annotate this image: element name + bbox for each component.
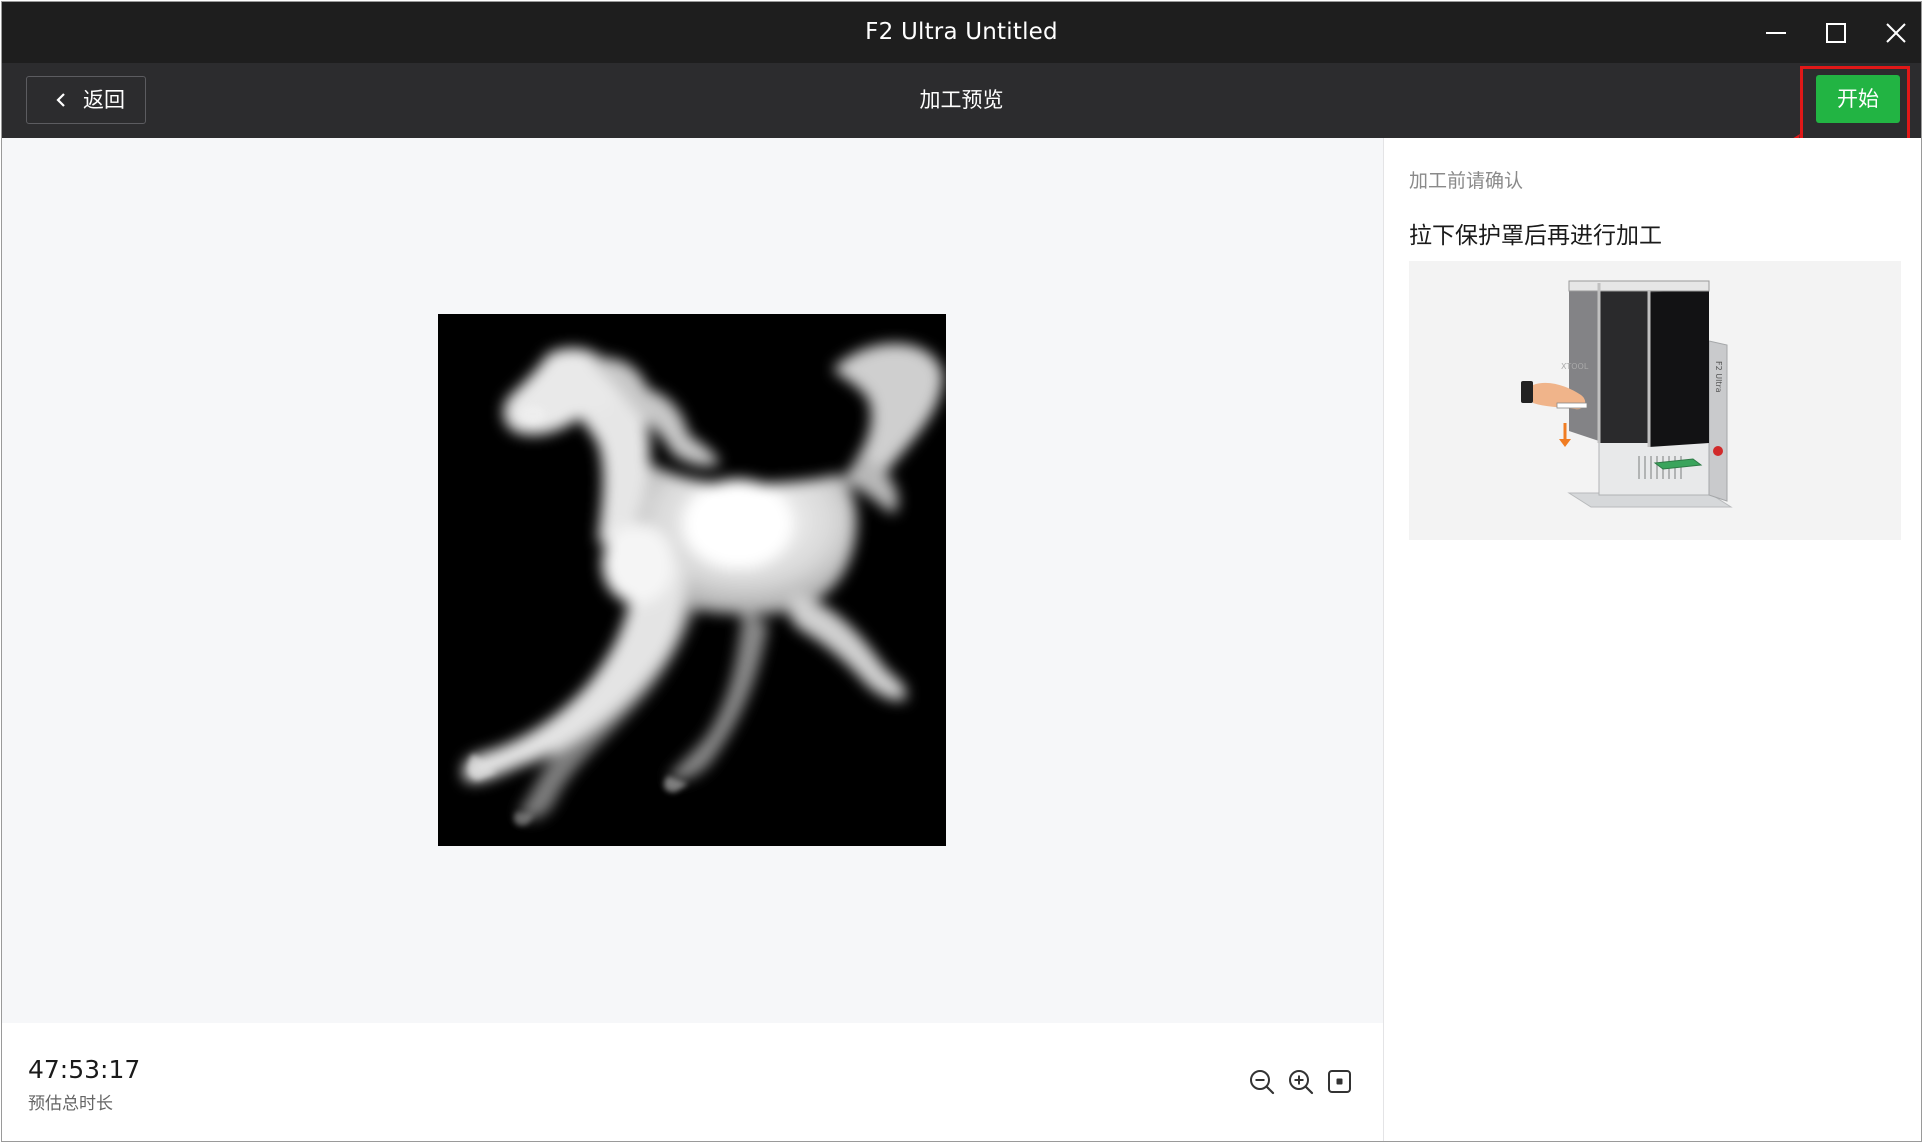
svg-text:XTOOL: XTOOL [1561,362,1589,371]
close-icon [1886,22,1906,43]
maximize-icon [1826,22,1846,43]
fit-view-icon[interactable] [1326,1068,1354,1096]
window-title: F2 Ultra Untitled [865,19,1058,45]
bottom-bar: 47:53:17 预估总时长 [2,1023,1383,1141]
preview-area [2,138,1383,1023]
start-button[interactable]: 开始 [1816,75,1900,123]
page-title: 加工预览 [919,88,1004,112]
svg-text:F2 Ultra: F2 Ultra [1714,361,1723,393]
laser-device-image: F2 Ultra XTOOL [1521,280,1733,508]
minimize-button[interactable] [1746,2,1806,63]
confirm-hint: 加工前请确认 [1409,170,1524,192]
device-illustration: F2 Ultra XTOOL [1409,261,1901,540]
toolbar: 返回 加工预览 开始 [2,63,1921,138]
horse-relief-image [462,343,943,826]
app-window: F2 Ultra Untitled 返回 加工预览 开始 47:53:17 预估… [1,1,1922,1142]
side-panel: 加工前请确认 拉下保护罩后再进行加工 F2 Ultra XTOOL [1383,138,1921,1141]
close-button[interactable] [1866,2,1921,63]
maximize-button[interactable] [1806,2,1866,63]
estimated-time-label: 预估总时长 [28,1094,113,1114]
title-bar: F2 Ultra Untitled [2,2,1921,63]
instruction-text: 拉下保护罩后再进行加工 [1409,223,1662,249]
preview-canvas[interactable] [438,314,946,846]
estimated-time: 47:53:17 [28,1055,141,1084]
minimize-icon [1766,31,1786,34]
zoom-in-icon[interactable] [1287,1068,1315,1096]
zoom-out-icon[interactable] [1248,1068,1276,1096]
